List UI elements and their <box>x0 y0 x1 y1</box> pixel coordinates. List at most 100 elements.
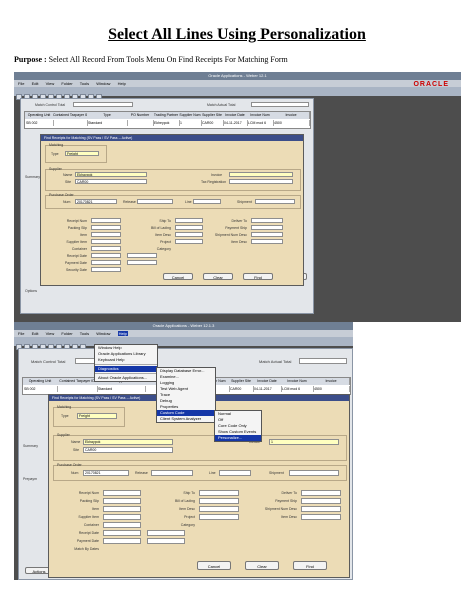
ship-to-field[interactable] <box>199 490 239 496</box>
table-cell[interactable]: CAR00 <box>229 386 254 392</box>
right-item-desc-field[interactable] <box>301 514 341 520</box>
deliver-to-field[interactable] <box>251 218 283 223</box>
item-desc-field[interactable] <box>199 506 239 512</box>
payment-date-field[interactable] <box>91 260 121 265</box>
menu-item-about[interactable]: About Oracle Applications... <box>95 375 157 381</box>
menu-view[interactable]: View <box>46 81 55 86</box>
po-num-field[interactable]: 20170821 <box>83 470 129 476</box>
match-actual-total-field[interactable] <box>251 102 309 107</box>
supplier-name-field[interactable]: Ekhaypok <box>83 439 173 445</box>
supplier-item-field[interactable] <box>103 514 141 520</box>
supplier-item-field[interactable] <box>91 239 121 244</box>
cancel-button[interactable]: Cancel <box>163 273 193 280</box>
receipt-num-field[interactable] <box>103 490 141 496</box>
packing-slip-field[interactable] <box>103 498 141 504</box>
table-cell[interactable] <box>57 386 98 392</box>
menu-item-personalize[interactable]: Personalize... <box>215 435 261 441</box>
receipt-num-field[interactable] <box>91 218 121 223</box>
packing-slip-field[interactable] <box>91 225 121 230</box>
deliver-to-field[interactable] <box>301 490 341 496</box>
payment-date-field[interactable] <box>103 538 141 544</box>
item-field[interactable] <box>103 506 141 512</box>
table-cell[interactable]: Standard <box>97 386 146 392</box>
find-button[interactable]: Find <box>243 273 273 280</box>
right-item-desc-label: Item Desc <box>281 515 297 519</box>
table-cell[interactable] <box>53 120 88 126</box>
menu-folder[interactable]: Folder <box>61 81 72 86</box>
table-cell[interactable]: LCM mod 6 <box>281 386 314 392</box>
menu-item-client-system-analyzer[interactable]: Client System Analyzer <box>157 416 215 422</box>
supplier-name-field[interactable]: Ekhaypok <box>75 172 147 177</box>
container-field[interactable] <box>91 246 121 251</box>
invoice-field[interactable] <box>229 172 293 177</box>
menu-edit[interactable]: Edit <box>32 81 39 86</box>
packing-slip-label: Packing Slip <box>79 499 99 503</box>
menu-window[interactable]: Window <box>96 331 110 336</box>
table-cell[interactable]: SB 002 <box>23 386 58 392</box>
menu-help[interactable]: Help <box>118 81 126 86</box>
ship-to-field[interactable] <box>175 218 203 223</box>
payment-ship-field[interactable] <box>301 498 341 504</box>
match-control-total-field[interactable] <box>73 102 133 107</box>
shipment-field[interactable] <box>289 470 339 476</box>
clear-button[interactable]: Clear <box>203 273 233 280</box>
release-field[interactable] <box>151 470 193 476</box>
item-desc-label: Item Desc <box>155 233 171 237</box>
supplier-site-field[interactable]: CAR00 <box>83 447 173 453</box>
table-cell[interactable]: 04-11-2017 <box>253 386 282 392</box>
table-cell[interactable]: 04-11-2017 <box>223 120 248 126</box>
menu-edit[interactable]: Edit <box>32 331 39 336</box>
cancel-button[interactable]: Cancel <box>197 561 231 570</box>
clear-button[interactable]: Clear <box>245 561 279 570</box>
menu-file[interactable]: File <box>18 81 24 86</box>
receipt-date-to-field[interactable] <box>147 530 185 536</box>
menu-item-keyboard-help[interactable]: Keyboard Help <box>95 357 157 363</box>
bill-of-lading-field[interactable] <box>175 225 203 230</box>
container-field[interactable] <box>103 522 141 528</box>
menu-tools[interactable]: Tools <box>80 81 89 86</box>
table-cell[interactable]: LCM mod 6 <box>247 120 274 126</box>
table-cell[interactable]: Standard <box>87 120 128 126</box>
bill-of-lading-field[interactable] <box>199 498 239 504</box>
line-field[interactable] <box>219 470 251 476</box>
payment-date-to-field[interactable] <box>127 260 157 265</box>
item-field[interactable] <box>91 232 121 237</box>
payment-date-to-field[interactable] <box>147 538 185 544</box>
shipment-field[interactable] <box>255 199 295 204</box>
table-cell[interactable]: SB 002 <box>25 120 54 126</box>
table-cell[interactable]: Ekheypok <box>153 120 180 126</box>
menu-folder[interactable]: Folder <box>61 331 72 336</box>
item-desc-field[interactable] <box>175 232 203 237</box>
table-cell[interactable]: 4500 <box>313 386 350 392</box>
table-cell[interactable]: CAR00 <box>201 120 224 126</box>
type-field[interactable]: Freight <box>77 413 117 419</box>
menu-tools[interactable]: Tools <box>80 331 89 336</box>
shipment-num-desc-field[interactable] <box>251 232 283 237</box>
payment-ship-field[interactable] <box>251 225 283 230</box>
release-field[interactable] <box>137 199 173 204</box>
security-date-field[interactable] <box>91 267 121 272</box>
type-field[interactable]: Freight <box>65 151 99 156</box>
menu-item-diagnostics[interactable]: Diagnostics <box>95 366 157 372</box>
right-item-desc-field[interactable] <box>251 239 283 244</box>
table-cell[interactable] <box>127 120 154 126</box>
supplier-site-field[interactable]: CAR00 <box>75 179 147 184</box>
menu-view[interactable]: View <box>46 331 55 336</box>
tax-registration-field[interactable] <box>229 179 293 184</box>
menu-file[interactable]: File <box>18 331 24 336</box>
line-field[interactable] <box>193 199 221 204</box>
shipment-num-desc-field[interactable] <box>301 506 341 512</box>
menu-help[interactable]: Help <box>117 331 128 336</box>
table-cell[interactable]: 4500 <box>273 120 310 126</box>
match-actual-total-field[interactable] <box>299 358 347 364</box>
receipt-date-field[interactable] <box>91 253 121 258</box>
find-button[interactable]: Find <box>293 561 327 570</box>
receipt-date-to-field[interactable] <box>127 253 157 258</box>
menu-window[interactable]: Window <box>96 81 110 86</box>
project-field[interactable] <box>175 239 203 244</box>
invoice-field[interactable]: 1 <box>269 439 339 445</box>
receipt-date-field[interactable] <box>103 530 141 536</box>
project-field[interactable] <box>199 514 239 520</box>
po-num-field[interactable]: 20170821 <box>75 199 117 204</box>
table-cell[interactable]: 1 <box>179 120 202 126</box>
